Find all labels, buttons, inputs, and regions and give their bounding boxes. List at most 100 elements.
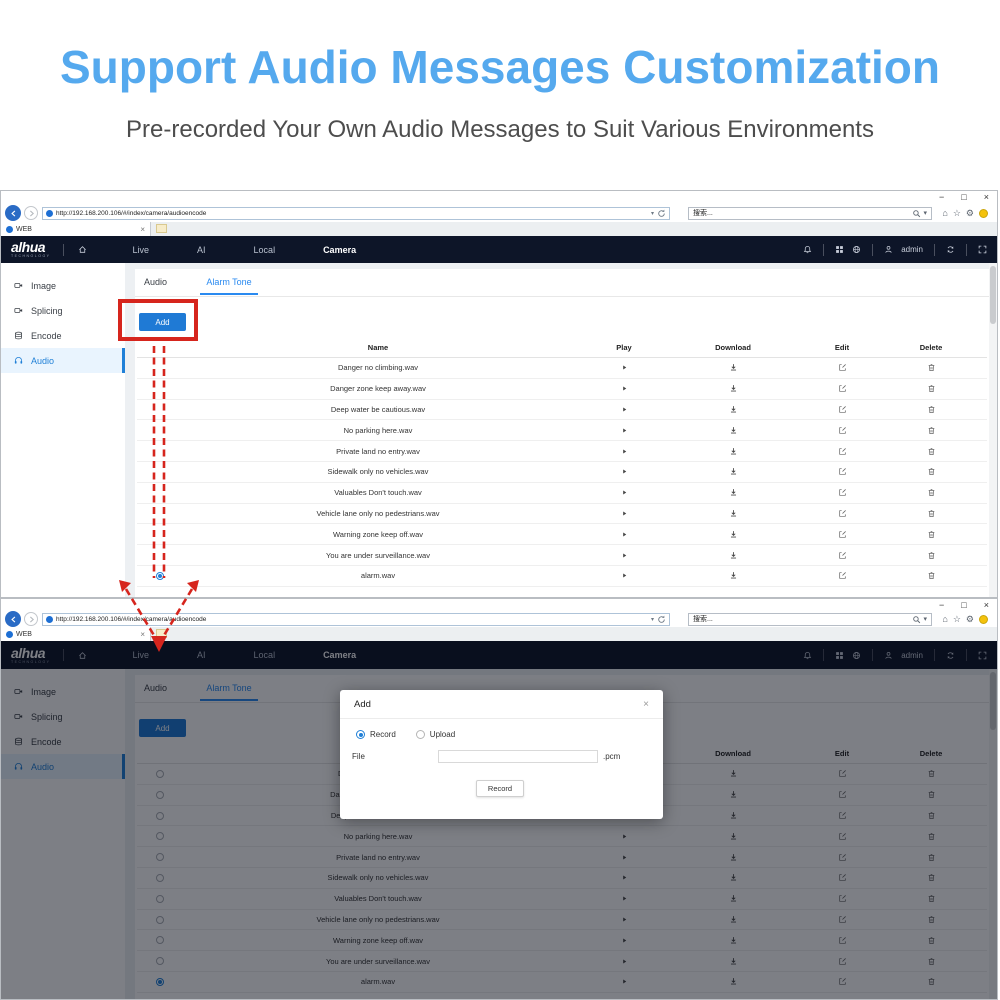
settings-gear-icon[interactable]: ⚙ [966, 614, 974, 625]
sidebar-item-encode[interactable]: Encode [1, 323, 125, 348]
play-icon[interactable] [621, 572, 628, 579]
table-row[interactable]: Vehicle lane only no pedestrians.wav [137, 503, 987, 525]
home-icon[interactable]: ⌂ [942, 208, 947, 218]
download-icon[interactable] [729, 488, 738, 497]
play-icon[interactable] [621, 510, 628, 517]
scrollbar-thumb[interactable] [990, 266, 996, 324]
table-row[interactable]: Private land no entry.wav [137, 441, 987, 462]
back-button[interactable] [5, 611, 21, 627]
download-icon[interactable] [729, 426, 738, 435]
edit-icon[interactable] [838, 426, 847, 435]
play-icon[interactable] [621, 448, 628, 455]
play-icon[interactable] [621, 489, 628, 496]
edit-icon[interactable] [838, 405, 847, 414]
delete-icon[interactable] [927, 488, 936, 497]
edit-icon[interactable] [838, 467, 847, 476]
sidebar-item-audio[interactable]: Audio [1, 348, 125, 373]
table-row[interactable]: Deep water be cautious.wav [137, 399, 987, 421]
download-icon[interactable] [729, 509, 738, 518]
search-icon[interactable] [912, 615, 921, 624]
forward-button[interactable] [24, 206, 38, 220]
play-icon[interactable] [621, 385, 628, 392]
table-row[interactable]: Warning zone keep off.wav [137, 524, 987, 546]
refresh-icon[interactable] [657, 615, 666, 624]
maximize-button[interactable]: □ [961, 600, 966, 611]
autocomplete-caret-icon[interactable]: ▾ [651, 210, 654, 217]
download-icon[interactable] [729, 551, 738, 560]
table-row[interactable]: Sidewalk only no vehicles.wav [137, 461, 987, 483]
browser-tab[interactable]: WEB × [1, 627, 151, 641]
dialog-close-icon[interactable]: × [643, 699, 649, 710]
language-globe-icon[interactable] [852, 245, 861, 254]
search-input[interactable]: 搜索... ▾ [688, 206, 932, 220]
delete-icon[interactable] [927, 467, 936, 476]
forward-button[interactable] [24, 612, 38, 626]
search-caret-icon[interactable]: ▾ [923, 209, 927, 217]
refresh-icon[interactable] [657, 209, 666, 218]
edit-icon[interactable] [838, 509, 847, 518]
download-icon[interactable] [729, 530, 738, 539]
download-icon[interactable] [729, 467, 738, 476]
close-button[interactable]: × [984, 192, 989, 203]
delete-icon[interactable] [927, 447, 936, 456]
play-icon[interactable] [621, 552, 628, 559]
delete-icon[interactable] [927, 509, 936, 518]
download-icon[interactable] [729, 363, 738, 372]
scrollbar[interactable] [989, 263, 997, 597]
nav-item-camera[interactable]: Camera [299, 245, 380, 255]
edit-icon[interactable] [838, 363, 847, 372]
alarm-bell-icon[interactable] [803, 245, 812, 254]
settings-gear-icon[interactable]: ⚙ [966, 208, 974, 219]
favorites-star-icon[interactable]: ☆ [953, 614, 961, 625]
download-icon[interactable] [729, 405, 738, 414]
edit-icon[interactable] [838, 530, 847, 539]
autocomplete-caret-icon[interactable]: ▾ [651, 616, 654, 623]
edit-icon[interactable] [838, 447, 847, 456]
radio-unselected-icon[interactable] [415, 730, 425, 739]
edit-icon[interactable] [838, 551, 847, 560]
apps-grid-icon[interactable] [835, 245, 844, 254]
tab-audio[interactable]: Audio [144, 277, 167, 287]
close-button[interactable]: × [984, 600, 989, 611]
feedback-smiley-icon[interactable] [979, 208, 988, 218]
maximize-button[interactable]: □ [961, 192, 966, 203]
tab-close-icon[interactable]: × [140, 225, 145, 234]
delete-icon[interactable] [927, 384, 936, 393]
table-row[interactable]: Danger no climbing.wav [137, 358, 987, 379]
download-icon[interactable] [729, 447, 738, 456]
table-row[interactable]: Danger zone keep away.wav [137, 378, 987, 400]
delete-icon[interactable] [927, 405, 936, 414]
edit-icon[interactable] [838, 571, 847, 580]
search-icon[interactable] [912, 209, 921, 218]
new-tab-button[interactable] [156, 224, 167, 233]
table-row[interactable]: Valuables Don't touch.wav [137, 482, 987, 504]
play-icon[interactable] [621, 364, 628, 371]
home-icon[interactable]: ⌂ [942, 614, 947, 624]
table-row[interactable]: alarm.wav [137, 565, 987, 587]
upload-radio[interactable]: Upload [415, 730, 455, 739]
edit-icon[interactable] [838, 384, 847, 393]
feedback-smiley-icon[interactable] [979, 614, 988, 624]
tab-close-icon[interactable]: × [140, 630, 145, 639]
browser-tab[interactable]: WEB × [1, 222, 151, 236]
table-row[interactable]: No parking here.wav [137, 420, 987, 442]
search-input[interactable]: 搜索... ▾ [688, 612, 932, 626]
record-radio[interactable]: Record [356, 730, 396, 739]
tab-alarm-tone[interactable]: Alarm Tone [200, 277, 258, 295]
user-icon[interactable] [884, 245, 893, 254]
table-row[interactable]: You are under surveillance.wav [137, 545, 987, 566]
edit-icon[interactable] [838, 488, 847, 497]
radio-selected-icon[interactable] [356, 730, 365, 739]
nav-home-icon[interactable] [78, 245, 87, 254]
address-bar[interactable]: http://192.168.200.106/#/index/camera/au… [42, 206, 670, 220]
address-bar[interactable]: http://192.168.200.106/#/index/camera/au… [42, 612, 670, 626]
delete-icon[interactable] [927, 551, 936, 560]
search-caret-icon[interactable]: ▾ [923, 615, 927, 623]
username-label[interactable]: admin [901, 245, 923, 254]
play-icon[interactable] [621, 427, 628, 434]
sidebar-item-splicing[interactable]: Splicing [1, 298, 125, 323]
nav-item-live[interactable]: Live [109, 245, 174, 255]
new-tab-button[interactable] [156, 629, 167, 638]
delete-icon[interactable] [927, 530, 936, 539]
record-button[interactable]: Record [476, 780, 524, 797]
